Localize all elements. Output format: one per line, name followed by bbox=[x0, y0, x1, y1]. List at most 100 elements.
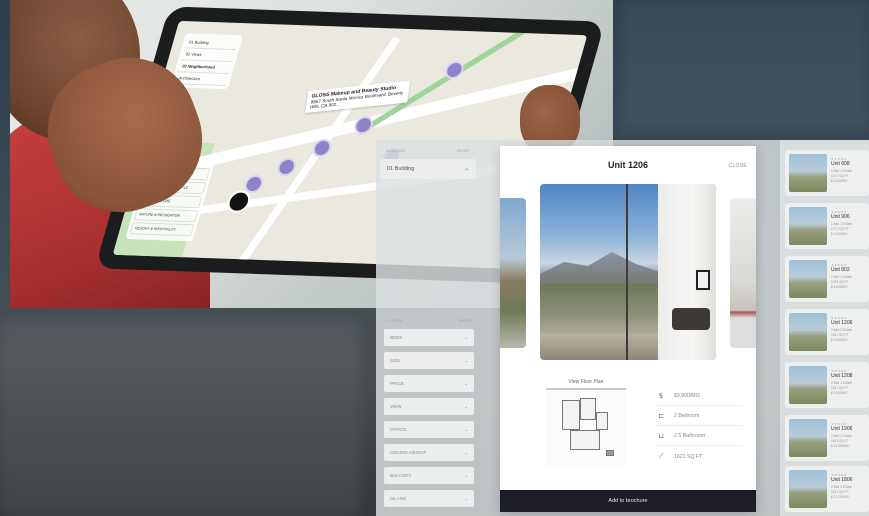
map-poi-icon[interactable] bbox=[275, 157, 299, 177]
unit-thumbnail bbox=[789, 207, 827, 245]
filter-label: BEDS bbox=[390, 335, 403, 340]
unit-name: Unit 1206 bbox=[831, 320, 853, 326]
unit-name: Unit 1208 bbox=[831, 373, 853, 379]
unit-name: Unit 1906 bbox=[831, 426, 853, 432]
modal-title: Unit 1206 bbox=[607, 160, 649, 170]
divider bbox=[656, 445, 742, 446]
view-floor-plan-link[interactable]: View Floor Plan bbox=[546, 379, 626, 385]
tablet-category-item[interactable]: RESORT & HOSPITALITY bbox=[129, 222, 195, 237]
unit-card[interactable]: ★★★★★ Unit 906 1 Bed 1.5 Bath 1077 SQ FT $… bbox=[785, 203, 869, 249]
unit-name: Unit 802 bbox=[831, 267, 850, 273]
carousel-prev-image[interactable] bbox=[500, 198, 526, 348]
unit-list: ★★★★★ Unit 608 1 Bed 1.5 Bath 1077 SQ FT $… bbox=[780, 140, 869, 516]
building-select[interactable]: 01 Building ⌄ bbox=[380, 159, 476, 179]
unit-thumbnail bbox=[789, 419, 827, 457]
bath-icon: ⊔ bbox=[658, 432, 664, 440]
unit-name: Unit 906 bbox=[831, 214, 850, 220]
filters-panel: FILTERS RESET BEDS ⌄ SIZE ⌄ PRICE ⌄ VIEW ⌄ O… bbox=[384, 318, 474, 507]
unit-card[interactable]: ★★★★★ Unit 1208 2 Bed 2.5 Bath 1621 SQ FT… bbox=[785, 362, 869, 408]
floor-plan-thumbnail[interactable] bbox=[546, 388, 626, 466]
filter-label: VIEW bbox=[390, 404, 402, 409]
unit-card[interactable]: ★★★★★ Unit 608 1 Bed 1.5 Bath 1077 SQ FT $… bbox=[785, 150, 869, 196]
unit-meta-line: $ 12,200/MO bbox=[831, 495, 850, 499]
unit-meta-line: $ 9,500/MO bbox=[831, 391, 848, 395]
carousel-next-image[interactable] bbox=[730, 198, 756, 348]
unit-meta: 1 Bed 1.5 Bath 1077 SQ FT $ 5,300/MO bbox=[831, 222, 852, 237]
chevron-down-icon: ⌄ bbox=[464, 334, 468, 340]
ruler-icon: ⟋ bbox=[658, 452, 664, 460]
chevron-down-icon: ⌄ bbox=[464, 357, 468, 363]
unit-name: Unit 608 bbox=[831, 161, 850, 167]
close-button[interactable]: CLOSE bbox=[729, 163, 747, 169]
map-poi-icon[interactable] bbox=[352, 115, 376, 135]
chevron-down-icon: ⌄ bbox=[464, 403, 468, 409]
background-blur bbox=[0, 320, 360, 516]
unit-photo[interactable] bbox=[540, 184, 716, 360]
unit-meta: 2 Bed 2.5 Bath 1621 SQ FT $ 12,500/MO bbox=[831, 434, 852, 449]
filter-ceiling-height[interactable]: CEILING HEIGHT ⌄ bbox=[384, 444, 474, 461]
spec-bathrooms-label: 2.5 Bathroom bbox=[674, 433, 706, 439]
filter-island[interactable]: ISLAND ⌄ bbox=[384, 490, 474, 507]
unit-meta: 2 Bed 1.5 Bath 1078 SQ FT $ 8,600/MO bbox=[831, 275, 852, 290]
chevron-down-icon: ⌄ bbox=[464, 166, 469, 172]
unit-meta-line: $ 5,300/MO bbox=[831, 232, 848, 236]
unit-card[interactable]: ★★★★★ Unit 1806 2 Bed 2.5 Bath 1621 SQ FT… bbox=[785, 466, 869, 512]
unit-meta-line: $ 9,900/MO bbox=[831, 338, 848, 342]
chevron-down-icon: ⌄ bbox=[464, 495, 468, 501]
filter-balcony[interactable]: BALCONY ⌄ bbox=[384, 467, 474, 484]
spec-area: ⟋ 1621 SQ FT. bbox=[656, 452, 704, 461]
unit-thumbnail bbox=[789, 470, 827, 508]
filter-label: PRICE bbox=[390, 381, 404, 386]
filter-view[interactable]: VIEW ⌄ bbox=[384, 398, 474, 415]
bed-icon: ⊏ bbox=[658, 412, 664, 420]
filters-reset[interactable]: RESET bbox=[459, 318, 472, 323]
unit-thumbnail bbox=[789, 154, 827, 192]
unit-card[interactable]: ★★★★★ Unit 1206 2 Bed 2.5 Bath 1621 SQ FT… bbox=[785, 309, 869, 355]
building-header: BUILDING bbox=[386, 148, 405, 153]
building-select-value: 01 Building bbox=[387, 166, 415, 172]
building-selector-panel: BUILDING RESET 01 Building ⌄ bbox=[380, 148, 476, 179]
filter-office[interactable]: OFFICE ⌄ bbox=[384, 421, 474, 438]
divider bbox=[656, 405, 742, 406]
unit-card[interactable]: ★★★★★ Unit 1906 2 Bed 2.5 Bath 1621 SQ FT… bbox=[785, 415, 869, 461]
filter-label: BALCONY bbox=[390, 473, 412, 478]
unit-meta: 2 Bed 2.5 Bath 1621 SQ FT $ 12,200/MO bbox=[831, 485, 852, 500]
unit-card[interactable]: ★★★★★ Unit 802 2 Bed 1.5 Bath 1078 SQ FT $… bbox=[785, 256, 869, 302]
unit-name: Unit 1806 bbox=[831, 477, 853, 483]
filter-label: CEILING HEIGHT bbox=[390, 450, 427, 455]
filter-size[interactable]: SIZE ⌄ bbox=[384, 352, 474, 369]
dollar-icon: $ bbox=[658, 392, 664, 400]
unit-meta-line: $ 4,800/MO bbox=[831, 179, 848, 183]
background-blur bbox=[620, 0, 869, 130]
chevron-down-icon: ⌄ bbox=[464, 426, 468, 432]
chevron-down-icon: ⌄ bbox=[464, 472, 468, 478]
spec-area-label: 1621 SQ FT. bbox=[674, 453, 704, 460]
spec-bedrooms-label: 2 Bedroom bbox=[674, 413, 700, 419]
filter-beds[interactable]: BEDS ⌄ bbox=[384, 329, 474, 346]
spec-price-label: $9,900/MO bbox=[674, 393, 700, 399]
chevron-down-icon: ⌄ bbox=[464, 449, 468, 455]
divider bbox=[656, 425, 742, 426]
add-to-brochure-button[interactable]: Add to brochure bbox=[500, 490, 756, 512]
spec-bathrooms: ⊔ 2.5 Bathroom bbox=[656, 432, 705, 440]
unit-detail-modal: Unit 1206 CLOSE View Floor Plan $ $9,900… bbox=[500, 146, 756, 512]
filter-label: ISLAND bbox=[390, 496, 407, 501]
unit-meta: 2 Bed 2.5 Bath 1621 SQ FT $ 9,900/MO bbox=[831, 328, 852, 343]
filters-header: FILTERS bbox=[386, 318, 403, 323]
map-location-marker-icon[interactable] bbox=[224, 190, 253, 214]
unit-meta-line: $ 8,600/MO bbox=[831, 285, 848, 289]
filter-price[interactable]: PRICE ⌄ bbox=[384, 375, 474, 392]
tablet-tour-menu: 01 Building 02 Views 03 Neighborhood Arc… bbox=[170, 33, 244, 90]
unit-thumbnail bbox=[789, 366, 827, 404]
tablet-category-item[interactable]: NATURE & RECREATION bbox=[133, 208, 199, 223]
unit-meta: 1 Bed 1.5 Bath 1077 SQ FT $ 4,800/MO bbox=[831, 169, 852, 184]
unit-thumbnail bbox=[789, 260, 827, 298]
map-poi-icon[interactable] bbox=[442, 60, 466, 80]
building-reset[interactable]: RESET bbox=[457, 148, 470, 153]
filter-label: SIZE bbox=[390, 358, 401, 363]
spec-price: $ $9,900/MO bbox=[656, 392, 700, 400]
spec-bedrooms: ⊏ 2 Bedroom bbox=[656, 412, 699, 420]
unit-meta-line: $ 12,500/MO bbox=[831, 444, 850, 448]
filter-label: OFFICE bbox=[390, 427, 407, 432]
unit-thumbnail bbox=[789, 313, 827, 351]
